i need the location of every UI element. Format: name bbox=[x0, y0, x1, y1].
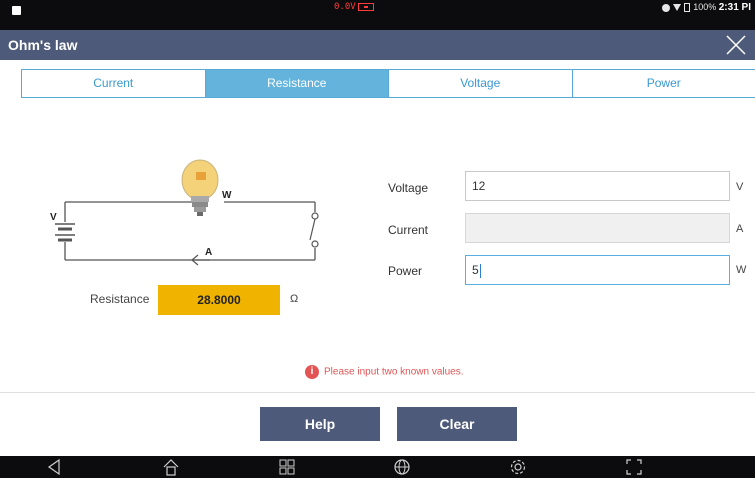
power-unit: W bbox=[736, 264, 747, 276]
mode-tabs: Current Resistance Voltage Power bbox=[21, 69, 755, 98]
status-bar: 0.0V 100% 2:31 PI bbox=[0, 0, 755, 30]
battery-icon bbox=[684, 3, 691, 13]
status-icons: 100% 2:31 PI bbox=[662, 2, 751, 13]
info-icon: i bbox=[305, 365, 319, 379]
tab-voltage[interactable]: Voltage bbox=[389, 70, 573, 97]
screenshot-icon[interactable] bbox=[625, 458, 643, 476]
clear-button[interactable]: Clear bbox=[397, 407, 517, 441]
wifi-icon bbox=[673, 4, 682, 12]
voltage-symbol-label: V bbox=[50, 212, 57, 223]
resistance-value: 28.8000 bbox=[158, 285, 280, 315]
back-icon[interactable] bbox=[46, 458, 64, 476]
circuit-diagram: W V A bbox=[50, 159, 319, 266]
power-input-value: 5 bbox=[472, 263, 479, 277]
switch-symbol bbox=[309, 212, 319, 248]
validation-message-text: Please input two known values. bbox=[324, 366, 464, 378]
divider bbox=[0, 392, 755, 393]
power-input[interactable]: 5 bbox=[465, 255, 730, 285]
current-symbol-label: A bbox=[205, 247, 212, 258]
battery-percent: 100% bbox=[693, 2, 717, 12]
bulb-icon bbox=[181, 159, 219, 216]
title-bar: Ohm's law bbox=[0, 30, 755, 60]
settings-icon[interactable] bbox=[509, 458, 527, 476]
resistance-label: Resistance bbox=[90, 292, 150, 306]
apps-icon[interactable] bbox=[278, 458, 296, 476]
voltage-label: Voltage bbox=[388, 181, 429, 195]
notification-icon bbox=[12, 6, 21, 15]
browser-icon[interactable] bbox=[393, 458, 411, 476]
home-icon[interactable] bbox=[162, 458, 180, 476]
validation-message: i Please input two known values. bbox=[305, 365, 464, 379]
current-unit: A bbox=[736, 223, 744, 235]
dnd-icon bbox=[662, 3, 671, 12]
voltage-input[interactable]: 12 bbox=[465, 171, 730, 201]
battery-voltage-indicator: 0.0V bbox=[334, 2, 374, 12]
battery-voltage: 0.0V bbox=[334, 2, 356, 12]
power-label: Power bbox=[388, 264, 423, 278]
resistance-unit: Ω bbox=[290, 293, 299, 305]
battery-symbol bbox=[55, 223, 75, 242]
tab-current[interactable]: Current bbox=[22, 70, 206, 97]
tab-power[interactable]: Power bbox=[573, 70, 755, 97]
close-icon[interactable] bbox=[725, 34, 747, 56]
text-cursor bbox=[479, 263, 481, 278]
page-title: Ohm's law bbox=[8, 37, 78, 53]
current-input[interactable] bbox=[465, 213, 730, 243]
navigation-bar bbox=[0, 456, 755, 478]
help-button[interactable]: Help bbox=[260, 407, 380, 441]
car-battery-icon bbox=[357, 2, 374, 11]
clock: 2:31 PI bbox=[718, 2, 751, 13]
current-label: Current bbox=[388, 223, 429, 237]
voltage-input-value: 12 bbox=[472, 179, 486, 193]
voltage-unit: V bbox=[736, 181, 744, 193]
tab-resistance[interactable]: Resistance bbox=[205, 70, 389, 97]
power-symbol-label: W bbox=[222, 190, 232, 201]
